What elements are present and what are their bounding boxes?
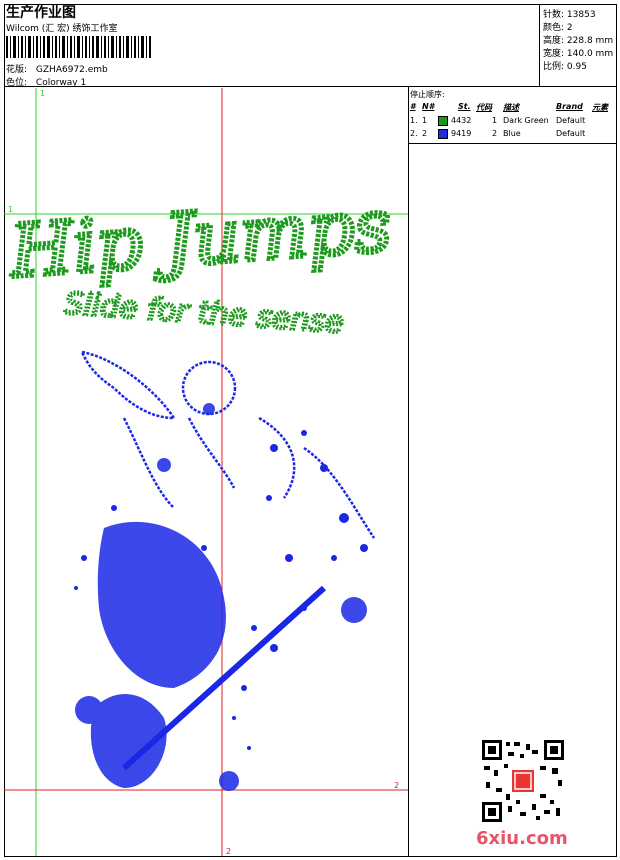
colorway-value: Colorway 1 — [35, 78, 87, 88]
col-header: Brand — [556, 102, 583, 111]
stat-row: 比例: 0.95 — [543, 59, 587, 72]
row-desc: Dark Green — [503, 116, 549, 125]
header-divider — [4, 86, 617, 87]
row-n: 1 — [422, 116, 428, 125]
stat-value: 140.0 mm — [566, 49, 614, 59]
design-file-value: GZHA6972.emb — [35, 65, 108, 75]
col-header: 描述 — [503, 103, 519, 112]
embroidery-design-area: 1 1 2 2 Hip Jumps Slide for the sense — [4, 88, 408, 856]
design-line1: Hip Jumps — [6, 183, 394, 294]
row-brand: Default — [556, 116, 586, 125]
col-header: 元素 — [592, 103, 608, 112]
col-header: # — [410, 102, 416, 111]
thread-swatch — [438, 129, 448, 139]
design-file-field: 花版: GZHA6972.emb — [6, 62, 108, 75]
row-code: 4432 — [451, 116, 472, 125]
stat-row: 针数: 13853 — [543, 7, 596, 20]
stat-value: 13853 — [566, 10, 596, 20]
watermark-logo: 6xiu.com — [476, 828, 568, 849]
row-index: 2. — [410, 129, 418, 138]
colorway-field: 色位: Colorway 1 — [6, 75, 86, 88]
page-title: 生产作业图 — [6, 5, 76, 21]
side-column-divider — [408, 87, 409, 857]
skater-body — [75, 403, 367, 791]
embroidery-artwork: 1 1 2 2 Hip Jumps Slide for the sense — [4, 88, 408, 856]
stat-value: 228.8 mm — [566, 36, 614, 46]
row-st: 2 — [492, 129, 498, 138]
stat-label: 比例: — [543, 62, 565, 72]
stop-sequence-panel: 停止顺序: # N# St. 代码 描述 Brand 元素 1. 1 4432 … — [408, 88, 617, 144]
row-index: 1. — [410, 116, 418, 125]
row-n: 2 — [422, 129, 428, 138]
stat-value: 2 — [566, 23, 573, 33]
marker-label: 1 — [40, 89, 45, 98]
row-st: 1 — [492, 116, 498, 125]
marker-label: 2 — [226, 847, 231, 856]
barcode — [6, 36, 151, 58]
qr-code — [480, 738, 566, 824]
colorway-label: 色位: — [6, 78, 28, 88]
col-header: 代码 — [476, 103, 492, 112]
stat-label: 宽度: — [543, 49, 565, 59]
design-file-label: 花版: — [6, 65, 28, 75]
stat-value: 0.95 — [566, 62, 587, 72]
studio-name: Wilcom (汇 宏) 绣饰工作室 — [6, 24, 118, 34]
col-header: N# — [422, 102, 435, 111]
stats-panel: 针数: 13853 颜色: 2 高度: 228.8 mm 宽度: 140.0 m… — [539, 4, 618, 86]
marker-label: 2 — [394, 781, 399, 790]
col-header: St. — [458, 102, 471, 111]
stat-row: 高度: 228.8 mm — [543, 33, 613, 46]
stop-sequence-title: 停止顺序: — [410, 90, 445, 99]
stat-label: 高度: — [543, 36, 565, 46]
stat-row: 颜色: 2 — [543, 20, 573, 33]
stat-label: 颜色: — [543, 23, 565, 33]
stat-label: 针数: — [543, 10, 565, 20]
design-line2: Slide for the sense — [63, 286, 344, 340]
thread-swatch — [438, 116, 448, 126]
skater-figure — [79, 350, 376, 539]
row-desc: Blue — [503, 129, 521, 138]
row-brand: Default — [556, 129, 586, 138]
stat-row: 宽度: 140.0 mm — [543, 46, 613, 59]
row-code: 9419 — [451, 129, 472, 138]
